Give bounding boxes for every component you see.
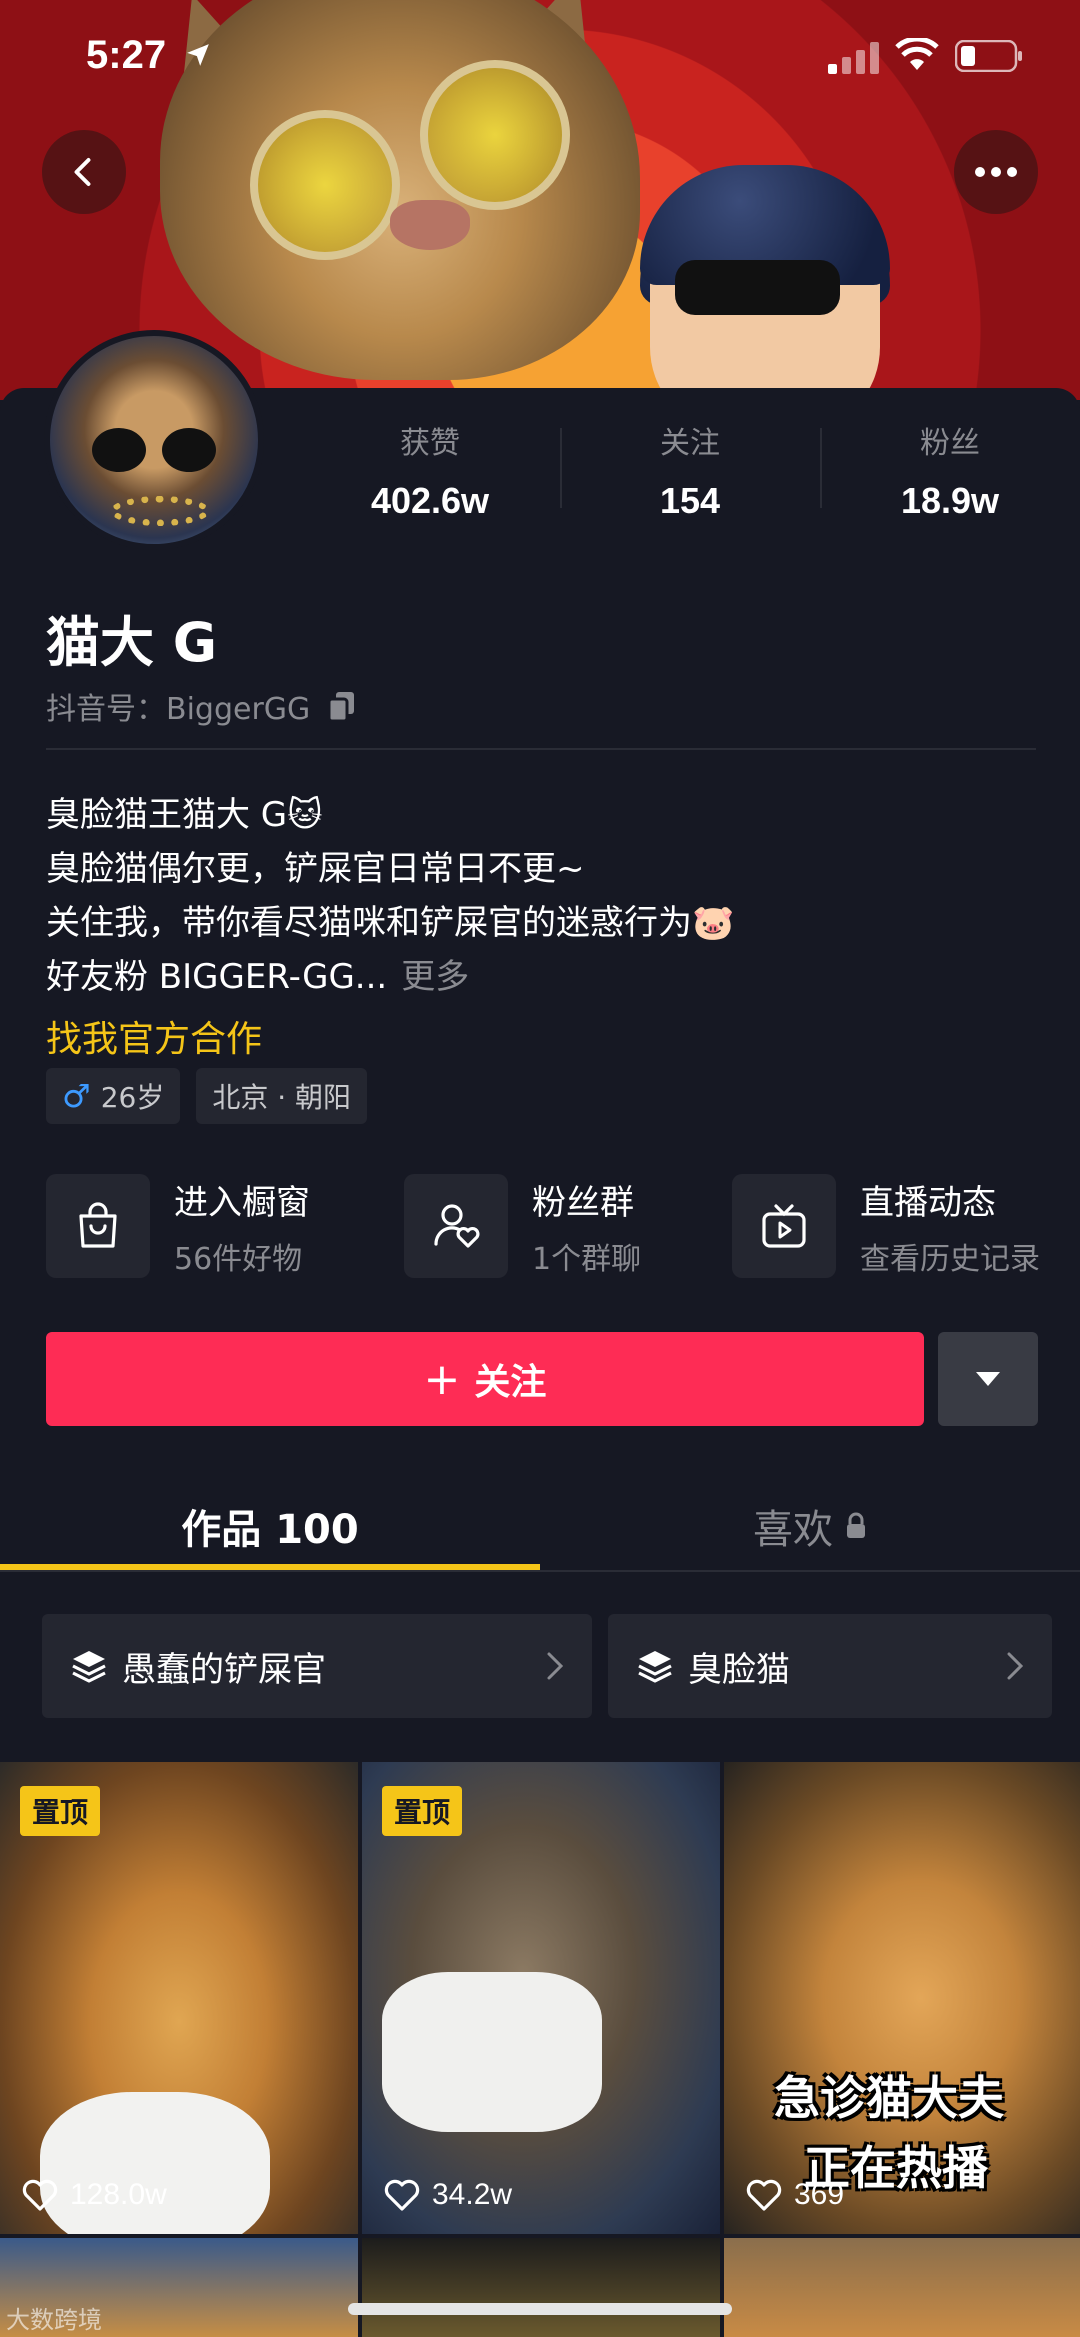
triangle-down-icon bbox=[976, 1372, 1000, 1386]
location-tag: 北京 · 朝阳 bbox=[196, 1068, 368, 1124]
collection-label: 臭脸猫 bbox=[688, 1649, 790, 1690]
douyin-id-value: BiggerGG bbox=[166, 692, 311, 727]
bio-line: 臭脸猫王猫大 G🐱 bbox=[46, 795, 323, 835]
copy-icon[interactable] bbox=[326, 690, 358, 722]
layers-icon bbox=[72, 1651, 106, 1683]
age-label: 26岁 bbox=[100, 1081, 165, 1114]
stat-likes[interactable]: 获赞 402.6w bbox=[300, 418, 560, 528]
profile-tabs: 作品 100 喜欢 bbox=[0, 1480, 1080, 1572]
chevron-right-icon bbox=[1007, 1652, 1024, 1680]
battery-icon bbox=[955, 40, 1022, 72]
fan-group-shortcut[interactable]: 粉丝群 1个群聊 bbox=[404, 1172, 641, 1280]
tab-likes[interactable]: 喜欢 bbox=[540, 1480, 1080, 1572]
bio-line: 关住我，带你看尽猫咪和铲屎官的迷惑行为🐷 bbox=[46, 903, 735, 943]
shopping-bag-icon bbox=[79, 1202, 117, 1248]
shortcut-subtitle: 1个群聊 bbox=[532, 1241, 642, 1277]
wifi-icon bbox=[895, 38, 939, 70]
profile-bio: 臭脸猫王猫大 G🐱 臭脸猫偶尔更，铲屎官日常日不更~ 关住我，带你看尽猫咪和铲屎… bbox=[46, 788, 1046, 1004]
shop-window-shortcut[interactable]: 进入橱窗 56件好物 bbox=[46, 1172, 310, 1280]
stat-followers[interactable]: 粉丝 18.9w bbox=[820, 418, 1080, 528]
more-options-button[interactable] bbox=[954, 130, 1038, 214]
gender-age-tag: ♂ 26岁 bbox=[46, 1068, 181, 1124]
heart-icon bbox=[22, 2179, 58, 2211]
stat-following[interactable]: 关注 154 bbox=[560, 418, 820, 528]
avatar[interactable] bbox=[44, 330, 264, 550]
video-thumbnail[interactable]: 置顶 128.0w bbox=[0, 1762, 358, 2234]
follow-label: 关注 bbox=[474, 1362, 547, 1403]
like-count: 34.2w bbox=[384, 2178, 512, 2212]
recommend-dropdown-button[interactable] bbox=[938, 1332, 1038, 1426]
shortcut-title: 进入橱窗 bbox=[174, 1182, 310, 1223]
back-button[interactable] bbox=[42, 130, 126, 214]
lock-icon bbox=[847, 1512, 865, 1538]
douyin-id: 抖音号：BiggerGG bbox=[46, 684, 358, 728]
like-count: 369 bbox=[746, 2178, 844, 2212]
plus-icon: + bbox=[423, 1353, 461, 1405]
video-thumbnail[interactable] bbox=[362, 2238, 720, 2337]
status-bar: 5:27 bbox=[0, 0, 1080, 120]
follow-button[interactable]: + 关注 bbox=[46, 1332, 924, 1426]
like-count-value: 128.0w bbox=[70, 2178, 167, 2211]
bio-line: 臭脸猫偶尔更，铲屎官日常日不更~ bbox=[46, 849, 585, 889]
tab-divider bbox=[0, 1570, 1080, 1572]
live-tv-icon bbox=[762, 1204, 806, 1248]
layers-icon bbox=[638, 1651, 672, 1683]
chevron-right-icon bbox=[547, 1652, 564, 1680]
more-dots-icon bbox=[975, 167, 1017, 177]
collection-label: 愚蠢的铲屎官 bbox=[122, 1649, 326, 1690]
pinned-badge: 置顶 bbox=[20, 1786, 101, 1836]
tab-works-label: 作品 100 bbox=[181, 1507, 359, 1553]
bio-line: 好友粉 BIGGER-GG... bbox=[46, 957, 388, 997]
stat-value: 402.6w bbox=[370, 480, 490, 521]
stat-value: 18.9w bbox=[900, 480, 1000, 521]
profile-name: 猫大 G bbox=[46, 611, 218, 674]
profile-tags: ♂ 26岁 北京 · 朝阳 bbox=[46, 1068, 368, 1124]
bio-more-link[interactable]: 更多 bbox=[401, 957, 469, 997]
video-overlay-text: 急诊猫大夫 bbox=[774, 2071, 1004, 2125]
status-time: 5:27 bbox=[86, 33, 167, 77]
home-indicator[interactable] bbox=[348, 2303, 732, 2315]
video-thumbnail[interactable] bbox=[724, 2238, 1080, 2337]
stat-label: 关注 bbox=[660, 426, 720, 461]
chevron-left-icon bbox=[74, 158, 91, 186]
heart-icon bbox=[384, 2179, 420, 2211]
like-count: 128.0w bbox=[22, 2178, 167, 2212]
shortcut-title: 粉丝群 bbox=[532, 1182, 634, 1223]
male-icon: ♂ bbox=[62, 1077, 91, 1115]
official-cooperation-link[interactable]: 找我官方合作 bbox=[46, 1010, 262, 1062]
douyin-id-label: 抖音号： bbox=[46, 692, 166, 727]
divider bbox=[46, 748, 1036, 750]
heart-icon bbox=[746, 2179, 782, 2211]
shortcut-subtitle: 查看历史记录 bbox=[860, 1241, 1040, 1277]
fan-group-icon bbox=[434, 1204, 480, 1248]
stat-label: 获赞 bbox=[400, 426, 460, 461]
collection-card[interactable]: 臭脸猫 bbox=[608, 1614, 1052, 1718]
video-thumbnail[interactable]: 急诊猫大夫 正在热播 369 bbox=[724, 1762, 1080, 2234]
location-arrow-icon bbox=[187, 44, 209, 66]
like-count-value: 34.2w bbox=[432, 2178, 513, 2211]
shortcut-title: 直播动态 bbox=[860, 1182, 996, 1223]
collection-card[interactable]: 愚蠢的铲屎官 bbox=[42, 1614, 592, 1718]
live-history-shortcut[interactable]: 直播动态 查看历史记录 bbox=[732, 1172, 1040, 1280]
profile-stats: 获赞 402.6w 关注 154 粉丝 18.9w bbox=[300, 418, 1080, 528]
profile-shortcuts: 进入橱窗 56件好物 粉丝群 1个群聊 直播动态 查看历史记录 bbox=[46, 1172, 1056, 1280]
stat-value: 154 bbox=[659, 480, 721, 521]
stat-label: 粉丝 bbox=[920, 426, 980, 461]
watermark: 大数跨境 bbox=[6, 2306, 102, 2334]
tab-likes-label: 喜欢 bbox=[753, 1507, 833, 1553]
cellular-signal-icon bbox=[828, 42, 879, 74]
like-count-value: 369 bbox=[794, 2178, 845, 2211]
tab-works[interactable]: 作品 100 bbox=[0, 1480, 540, 1572]
shortcut-subtitle: 56件好物 bbox=[174, 1241, 303, 1277]
pinned-badge: 置顶 bbox=[382, 1786, 463, 1836]
video-thumbnail[interactable]: 置顶 34.2w bbox=[362, 1762, 720, 2234]
